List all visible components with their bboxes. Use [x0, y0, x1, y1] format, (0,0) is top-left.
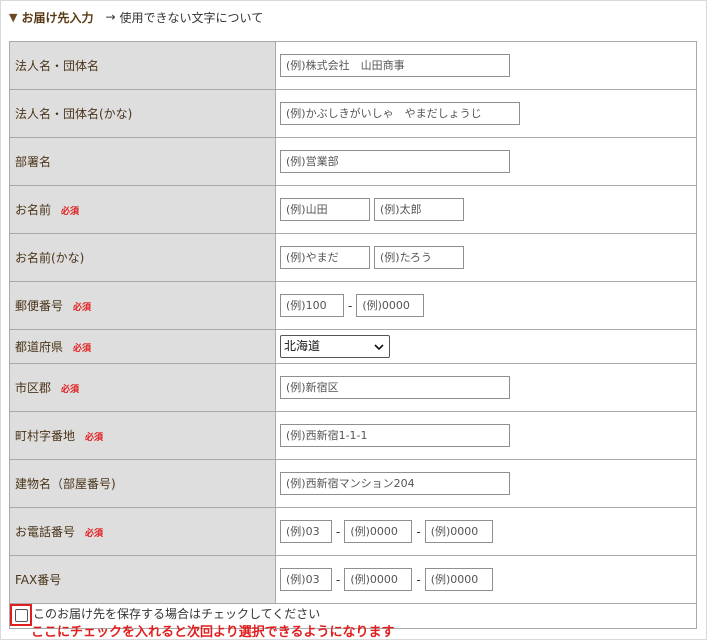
required-badge: 必須: [73, 303, 92, 313]
form-row-name: お名前 必須: [9, 185, 697, 234]
department-label: 部署名: [9, 137, 276, 186]
form-row-phone: お電話番号必須 - -: [9, 507, 697, 556]
fax-label: FAX番号: [9, 555, 276, 604]
required-badge: 必須: [85, 529, 104, 539]
building-label: 建物名（部屋番号): [9, 459, 276, 508]
unusable-characters-link[interactable]: 使用できない文字について: [120, 9, 264, 26]
form-row-postal: 郵便番号必須 -: [9, 281, 697, 330]
last-name-input[interactable]: [280, 198, 370, 221]
required-badge: 必須: [85, 433, 104, 443]
company-input[interactable]: [280, 54, 510, 77]
form-row-company-kana: 法人名・団体名(かな): [9, 89, 697, 138]
last-name-kana-input[interactable]: [280, 246, 370, 269]
fax-separator: -: [336, 572, 341, 587]
city-label: 市区郡 必須: [9, 363, 276, 412]
phone-label: お電話番号 必須: [9, 507, 276, 556]
chevron-down-icon: [374, 344, 384, 351]
prefecture-select[interactable]: 北海道: [280, 335, 390, 358]
town-address-input[interactable]: [280, 424, 510, 447]
fax-number-input[interactable]: [424, 568, 493, 591]
prefecture-label: 都道府県 必須: [9, 329, 276, 364]
save-address-checkbox-highlight: [10, 604, 32, 626]
form-row-prefecture: 都道府県 必須 北海道: [9, 329, 697, 364]
postal-separator: -: [348, 298, 353, 313]
prefecture-selected-value: 北海道: [284, 339, 321, 353]
form-row-department: 部署名: [9, 137, 697, 186]
first-name-input[interactable]: [374, 198, 464, 221]
town-label: 町村字番地 必須: [9, 411, 276, 460]
city-input[interactable]: [280, 376, 510, 399]
form-row-city: 市区郡 必須: [9, 363, 697, 412]
phone-number-input[interactable]: [424, 520, 493, 543]
address-form-table: 法人名・団体名 法人名・団体名(かな) 部署名 お名前必須 お名前(かな) 郵便…: [9, 41, 697, 604]
section-header: ▼ お届け先入力 → 使用できない文字について: [9, 8, 263, 26]
required-badge: 必須: [73, 344, 92, 354]
required-badge: 必須: [61, 207, 80, 217]
phone-area-input[interactable]: [280, 520, 332, 543]
department-input[interactable]: [280, 150, 510, 173]
fax-separator: -: [416, 572, 421, 587]
company-kana-input[interactable]: [280, 102, 520, 125]
fax-exchange-input[interactable]: [344, 568, 413, 591]
company-label: 法人名・団体名: [9, 41, 276, 90]
form-row-building: 建物名（部屋番号): [9, 459, 697, 508]
section-title: お届け先入力: [21, 10, 94, 25]
company-kana-label: 法人名・団体名(かな): [9, 89, 276, 138]
name-label: お名前 必須: [9, 185, 276, 234]
form-row-company: 法人名・団体名: [9, 41, 697, 90]
building-input[interactable]: [280, 472, 510, 495]
required-badge: 必須: [61, 385, 80, 395]
triangle-down-icon: ▼: [9, 10, 18, 24]
save-address-label: このお届け先を保存する場合はチェックしてください: [33, 607, 321, 621]
phone-separator: -: [336, 524, 341, 539]
form-row-name-kana: お名前(かな): [9, 233, 697, 282]
save-address-note: ここにチェックを入れると次回より選択できるようになります: [31, 625, 395, 640]
name-kana-label: お名前(かな): [9, 233, 276, 282]
phone-separator: -: [416, 524, 421, 539]
postal-code-first-input[interactable]: [280, 294, 344, 317]
form-row-town: 町村字番地 必須: [9, 411, 697, 460]
arrow-right-icon: →: [105, 10, 116, 24]
first-name-kana-input[interactable]: [374, 246, 464, 269]
phone-exchange-input[interactable]: [344, 520, 413, 543]
postal-label: 郵便番号 必須: [9, 281, 276, 330]
form-row-fax: FAX番号 - -: [9, 555, 697, 604]
postal-code-second-input[interactable]: [356, 294, 425, 317]
fax-area-input[interactable]: [280, 568, 332, 591]
save-address-checkbox[interactable]: [14, 608, 28, 622]
